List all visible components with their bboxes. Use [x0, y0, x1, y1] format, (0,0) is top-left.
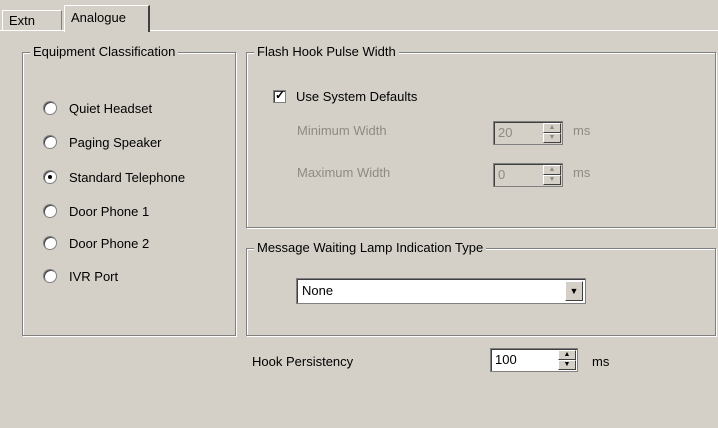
dropdown-arrow-icon[interactable]: ▼: [565, 281, 583, 301]
tab-extn[interactable]: Extn: [2, 10, 62, 31]
radio-label: Quiet Headset: [69, 100, 153, 116]
maximum-width-unit: ms: [573, 165, 591, 180]
flash-hook-legend: Flash Hook Pulse Width: [254, 44, 399, 59]
radio-paging-speaker[interactable]: Paging Speaker: [43, 132, 162, 152]
maximum-width-label: Maximum Width: [297, 165, 391, 180]
radio-door-phone-2[interactable]: Door Phone 2: [43, 233, 149, 253]
use-system-defaults-label: Use System Defaults: [296, 89, 418, 104]
radio-label: IVR Port: [69, 268, 119, 284]
radio-label: Door Phone 1: [69, 203, 150, 219]
minimum-width-spinner[interactable]: 20 ▲ ▼: [493, 121, 563, 145]
radio-button[interactable]: [43, 135, 57, 149]
flash-hook-group: Flash Hook Pulse Width ✓ Use System Defa…: [246, 44, 716, 228]
spinner-buttons[interactable]: ▲ ▼: [543, 165, 561, 185]
message-waiting-selected-value: None: [302, 283, 334, 298]
radio-button[interactable]: [43, 236, 57, 250]
spinner-down-icon[interactable]: ▼: [558, 360, 576, 370]
message-waiting-legend: Message Waiting Lamp Indication Type: [254, 240, 487, 255]
radio-standard-telephone[interactable]: Standard Telephone: [43, 167, 185, 187]
equipment-classification-group: Equipment Classification Quiet Headset P…: [22, 44, 236, 336]
spinner-buttons[interactable]: ▲ ▼: [558, 350, 576, 370]
radio-button[interactable]: [43, 269, 57, 283]
spinner-down-icon[interactable]: ▼: [543, 133, 561, 143]
spinner-down-icon[interactable]: ▼: [543, 175, 561, 185]
minimum-width-value: 20: [498, 125, 513, 140]
radio-button[interactable]: [43, 204, 57, 218]
tab-analogue[interactable]: Analogue: [64, 5, 150, 32]
equipment-classification-legend: Equipment Classification: [30, 44, 179, 59]
tab-strip: Extn Analogue: [0, 0, 718, 32]
radio-door-phone-1[interactable]: Door Phone 1: [43, 201, 149, 221]
minimum-width-label: Minimum Width: [297, 123, 387, 138]
checkmark-icon: ✓: [275, 88, 286, 102]
use-system-defaults-checkbox-row[interactable]: ✓ Use System Defaults: [273, 88, 418, 104]
radio-quiet-headset[interactable]: Quiet Headset: [43, 98, 152, 118]
spinner-buttons[interactable]: ▲ ▼: [543, 123, 561, 143]
maximum-width-value: 0: [498, 167, 506, 182]
radio-label: Standard Telephone: [69, 169, 186, 185]
use-system-defaults-checkbox[interactable]: ✓: [273, 88, 286, 103]
radio-label: Door Phone 2: [69, 235, 150, 251]
hook-persistency-label: Hook Persistency: [252, 354, 354, 369]
spinner-up-icon[interactable]: ▲: [543, 165, 561, 175]
spinner-up-icon[interactable]: ▲: [558, 350, 576, 360]
hook-persistency-value[interactable]: 100: [495, 352, 517, 367]
radio-ivr-port[interactable]: IVR Port: [43, 266, 118, 286]
radio-button[interactable]: [43, 170, 57, 184]
radio-label: Paging Speaker: [69, 134, 162, 150]
message-waiting-type-select[interactable]: None ▼: [296, 278, 586, 304]
spinner-up-icon[interactable]: ▲: [543, 123, 561, 133]
maximum-width-spinner[interactable]: 0 ▲ ▼: [493, 163, 563, 187]
radio-button[interactable]: [43, 101, 57, 115]
hook-persistency-spinner[interactable]: 100 ▲ ▼: [490, 348, 578, 372]
hook-persistency-unit: ms: [592, 354, 610, 369]
minimum-width-unit: ms: [573, 123, 591, 138]
